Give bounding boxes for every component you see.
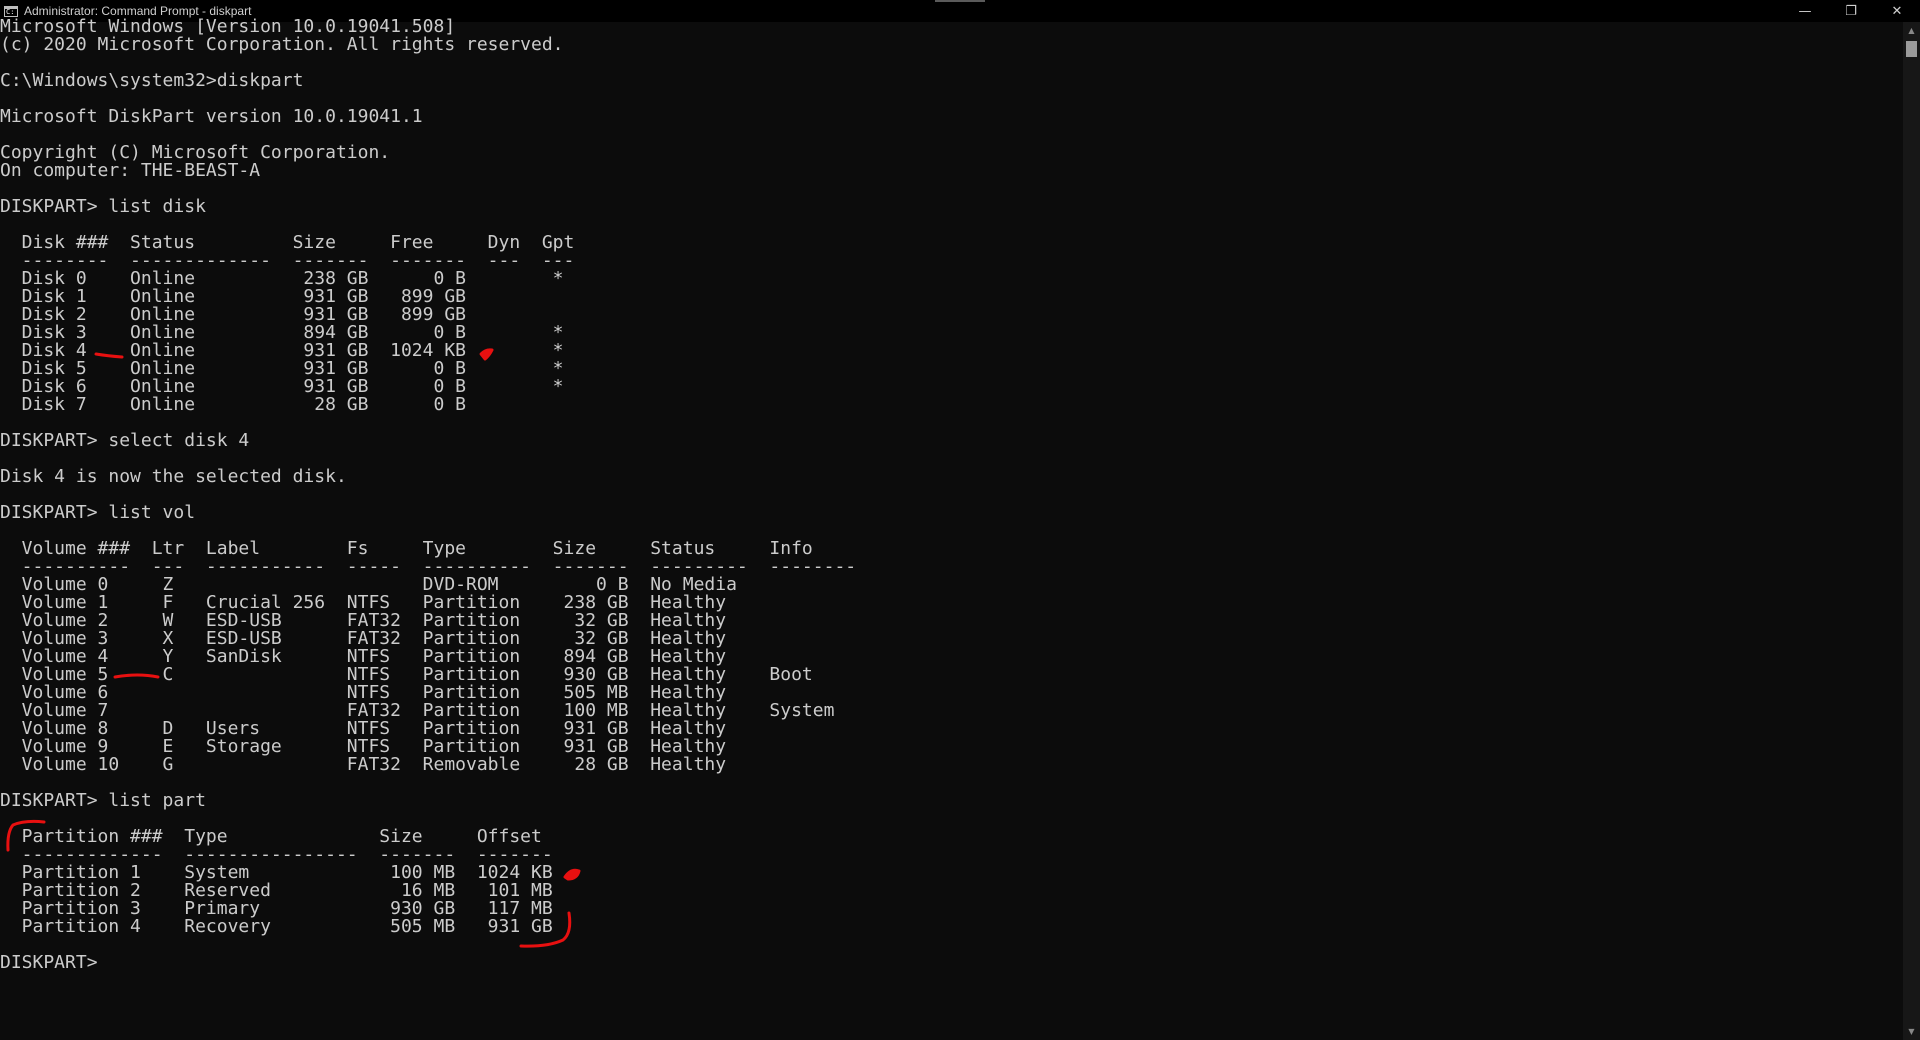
vertical-scrollbar[interactable]: ▲ ▼	[1903, 22, 1920, 1040]
console-line: Disk 4 is now the selected disk.	[0, 466, 347, 487]
console-line: DISKPART> list disk	[0, 196, 206, 217]
window-controls: — ❐ ✕	[1782, 0, 1920, 22]
scroll-up-arrow-icon[interactable]: ▲	[1903, 22, 1920, 39]
scrollbar-thumb[interactable]	[1906, 41, 1917, 57]
console-line: (c) 2020 Microsoft Corporation. All righ…	[0, 34, 564, 55]
console-line: Partition 4 Recovery 505 MB 931 GB	[0, 916, 553, 937]
command-prompt-window: Administrator: Command Prompt - diskpart…	[0, 0, 1920, 1040]
cmd-app-icon[interactable]	[4, 5, 18, 17]
console-line: Microsoft DiskPart version 10.0.19041.1	[0, 106, 423, 127]
console-line: Volume 10 G FAT32 Removable 28 GB Health…	[0, 754, 727, 775]
scroll-down-arrow-icon[interactable]: ▼	[1903, 1023, 1920, 1040]
minimize-button[interactable]: —	[1782, 0, 1828, 22]
console-line: DISKPART>	[0, 952, 98, 973]
console-line: Disk 7 Online 28 GB 0 B	[0, 394, 466, 415]
console-line: DISKPART> select disk 4	[0, 430, 250, 451]
console-line: On computer: THE-BEAST-A	[0, 160, 261, 181]
console-line: DISKPART> list vol	[0, 502, 196, 523]
console-line: DISKPART> list part	[0, 790, 206, 811]
restore-button[interactable]: ❐	[1828, 0, 1874, 22]
console-output[interactable]: Microsoft Windows [Version 10.0.19041.50…	[0, 18, 856, 972]
title-bar-grip	[935, 0, 985, 2]
console-line: C:\Windows\system32>diskpart	[0, 70, 304, 91]
close-button[interactable]: ✕	[1874, 0, 1920, 22]
